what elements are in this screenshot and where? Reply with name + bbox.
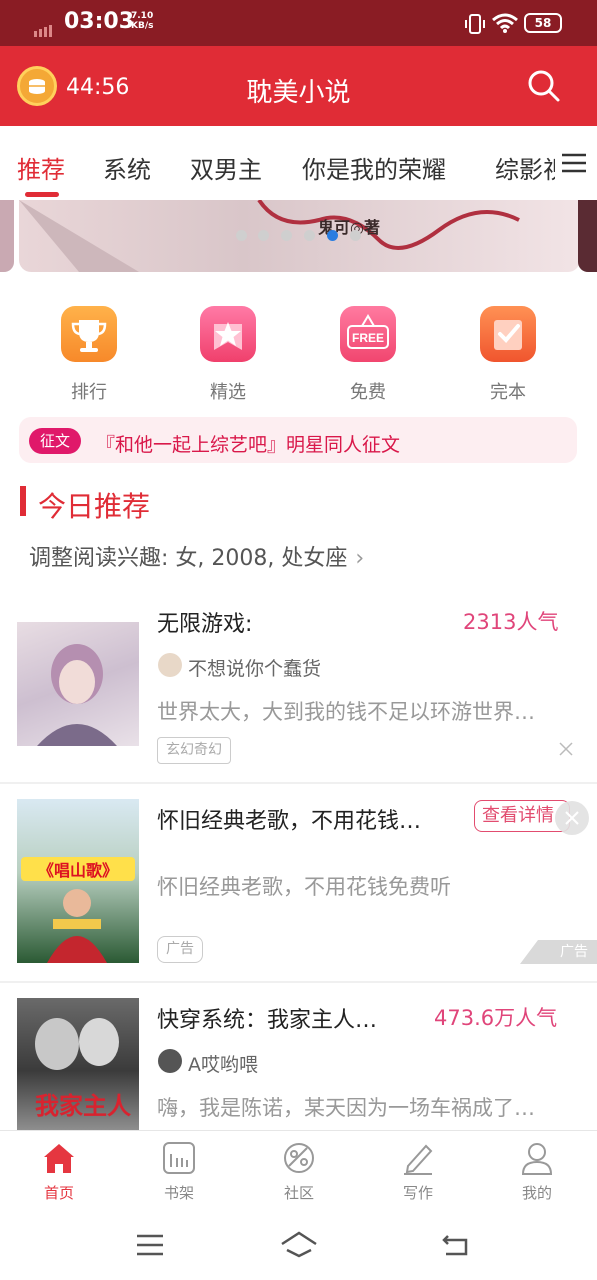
book-cover[interactable] bbox=[17, 622, 139, 746]
free-icon[interactable]: FREE bbox=[340, 306, 396, 362]
page-title: 耽美小说 bbox=[246, 78, 351, 108]
contest-text[interactable]: 『和他一起上综艺吧』明星同人征文 bbox=[96, 430, 400, 457]
carousel-dot[interactable] bbox=[281, 230, 292, 241]
tab-menu-icon[interactable] bbox=[560, 152, 588, 174]
community-icon bbox=[284, 1143, 314, 1173]
interest-settings[interactable]: 调整阅读兴趣: 女, 2008, 处女座 › bbox=[29, 540, 364, 572]
trophy-icon[interactable] bbox=[61, 306, 117, 362]
search-icon[interactable] bbox=[526, 68, 562, 104]
book-title[interactable]: 无限游戏: bbox=[157, 606, 252, 638]
tab-glory[interactable]: 你是我的荣耀 bbox=[302, 150, 446, 185]
author-name[interactable]: A哎哟喂 bbox=[188, 1050, 258, 1077]
divider bbox=[0, 782, 597, 784]
nav-community[interactable]: 社区 bbox=[259, 1130, 339, 1210]
carousel-dot[interactable] bbox=[258, 230, 269, 241]
tab-system[interactable]: 系统 bbox=[103, 150, 151, 185]
category-tabs: 推荐 系统 双男主 你是我的荣耀 综影视 bbox=[0, 126, 597, 200]
tab-indicator bbox=[25, 192, 59, 197]
banner-carousel[interactable] bbox=[19, 200, 580, 272]
popularity-count: 473.6万人气 bbox=[434, 1006, 558, 1030]
carousel-dot[interactable] bbox=[350, 230, 361, 241]
ad-mark: 广告 bbox=[520, 940, 597, 964]
vibrate-icon bbox=[465, 14, 485, 34]
carousel-dot[interactable] bbox=[304, 230, 315, 241]
carousel-dot[interactable] bbox=[236, 230, 247, 241]
book-cover[interactable]: 我家主人 bbox=[17, 998, 139, 1130]
book-title[interactable]: 快穿系统：我家主人… bbox=[157, 1002, 377, 1034]
divider bbox=[0, 981, 597, 983]
book-description: 嗨，我是陈诺，某天因为一场车祸成了… bbox=[157, 1096, 535, 1120]
ad-title[interactable]: 怀旧经典老歌，不用花钱… bbox=[157, 803, 421, 835]
quick-link-featured[interactable]: 精选 bbox=[188, 378, 268, 404]
quick-link-free[interactable]: 免费 bbox=[328, 378, 408, 404]
tab-double-male[interactable]: 双男主 bbox=[190, 150, 262, 185]
section-accent bbox=[20, 486, 26, 516]
recent-apps-icon[interactable] bbox=[135, 1233, 165, 1257]
avatar bbox=[158, 653, 182, 677]
network-speed: 7.10 KB/s bbox=[131, 11, 154, 31]
ad-description: 怀旧经典老歌，不用花钱免费听 bbox=[157, 875, 451, 899]
nav-write[interactable]: 写作 bbox=[378, 1130, 458, 1210]
chevron-right-icon: › bbox=[355, 546, 365, 571]
section-title: 今日推荐 bbox=[38, 490, 151, 523]
bookshelf-icon bbox=[163, 1142, 195, 1174]
author-name[interactable]: 不想说你个蠢货 bbox=[188, 654, 321, 681]
close-icon[interactable] bbox=[558, 741, 574, 757]
carousel-dot-active[interactable] bbox=[327, 230, 338, 241]
battery-icon: 58 bbox=[524, 13, 562, 33]
quick-link-ranking[interactable]: 排行 bbox=[49, 378, 129, 404]
ad-cover[interactable]: 《唱山歌》 bbox=[17, 799, 139, 963]
tab-recommend[interactable]: 推荐 bbox=[17, 150, 65, 185]
contest-badge: 征文 bbox=[29, 428, 81, 454]
user-icon bbox=[521, 1143, 553, 1175]
home-button-icon[interactable] bbox=[279, 1230, 319, 1258]
nav-home[interactable]: 首页 bbox=[19, 1130, 99, 1210]
nav-profile[interactable]: 我的 bbox=[497, 1130, 577, 1210]
quick-link-completed[interactable]: 完本 bbox=[468, 378, 548, 404]
system-navigation-bar bbox=[0, 1210, 597, 1280]
status-time: 03:03 bbox=[64, 9, 135, 34]
banner-next-slide[interactable] bbox=[578, 200, 597, 272]
ad-tag: 广告 bbox=[157, 936, 203, 963]
popularity-count: 2313人气 bbox=[463, 610, 559, 634]
back-icon[interactable] bbox=[440, 1232, 470, 1258]
check-book-icon[interactable] bbox=[480, 306, 536, 362]
book-description: 世界太大，大到我的钱不足以环游世界… bbox=[157, 700, 535, 724]
ad-close-icon[interactable] bbox=[555, 801, 589, 835]
star-icon[interactable] bbox=[200, 306, 256, 362]
wifi-icon bbox=[492, 13, 518, 33]
status-bar: 03:03 7.10 KB/s 58 bbox=[0, 0, 597, 46]
avatar bbox=[158, 1049, 182, 1073]
svg-text:FREE: FREE bbox=[352, 331, 384, 345]
pen-icon bbox=[404, 1144, 433, 1175]
signal-icon bbox=[34, 18, 54, 37]
nav-bookshelf[interactable]: 书架 bbox=[139, 1130, 219, 1210]
app-header: 44:56 耽美小说 bbox=[0, 46, 597, 126]
home-icon bbox=[44, 1144, 74, 1173]
tab-film-tv[interactable]: 综影视 bbox=[495, 150, 555, 185]
banner-prev-slide[interactable] bbox=[0, 200, 14, 272]
genre-tag[interactable]: 玄幻奇幻 bbox=[157, 737, 231, 764]
